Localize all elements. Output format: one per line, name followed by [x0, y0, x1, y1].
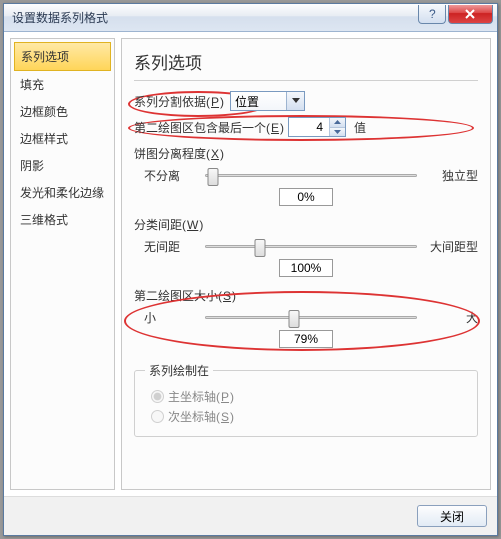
window-title: 设置数据系列格式 — [12, 9, 416, 26]
spin-down-icon[interactable] — [330, 128, 345, 137]
second-plot-spin[interactable] — [288, 117, 346, 137]
gap-left: 无间距 — [144, 238, 199, 255]
slider-thumb[interactable] — [289, 310, 300, 328]
sidebar-item-series-options[interactable]: 系列选项 — [14, 42, 111, 71]
spin-buttons — [329, 118, 345, 136]
main-panel: 系列选项 系列分割依据(P) 位置 第二绘图区包含最后一个(E) — [121, 38, 491, 490]
sidebar-item-border-style[interactable]: 边框样式 — [14, 125, 111, 152]
dialog-footer: 关闭 — [4, 496, 497, 535]
close-dialog-button[interactable]: 关闭 — [417, 505, 487, 527]
explode-value[interactable]: 0% — [279, 188, 333, 206]
gap-label: 分类间距(W) — [134, 216, 478, 233]
close-button[interactable] — [448, 5, 493, 24]
gap-value[interactable]: 100% — [279, 259, 333, 277]
split-combo[interactable]: 位置 — [230, 91, 305, 111]
size-label: 第二绘图区大小(S) — [134, 287, 478, 304]
explode-slider[interactable] — [205, 166, 417, 184]
sidebar-item-border-color[interactable]: 边框颜色 — [14, 98, 111, 125]
gap-slider-row: 无间距 大间距型 — [144, 237, 478, 255]
primary-axis-label: 主坐标轴(P) — [168, 388, 234, 405]
secondary-axis-label: 次坐标轴(S) — [168, 408, 234, 425]
gap-right: 大间距型 — [423, 238, 478, 255]
sidebar-item-shadow[interactable]: 阴影 — [14, 152, 111, 179]
primary-axis-radio — [151, 390, 164, 403]
secondary-axis-radio — [151, 410, 164, 423]
plot-on-legend: 系列绘制在 — [145, 362, 213, 379]
gap-slider[interactable] — [205, 237, 417, 255]
second-plot-suffix: 值 — [354, 119, 366, 136]
combo-value: 位置 — [235, 93, 259, 110]
panel-heading: 系列选项 — [134, 49, 478, 74]
slider-thumb[interactable] — [255, 239, 266, 257]
second-plot-row: 第二绘图区包含最后一个(E) 值 — [134, 117, 478, 137]
explode-left: 不分离 — [144, 167, 199, 184]
explode-slider-row: 不分离 独立型 — [144, 166, 478, 184]
dialog-window: 设置数据系列格式 ? 系列选项 填充 边框颜色 边框样式 阴影 发光和柔化边缘 … — [3, 3, 498, 536]
split-label: 系列分割依据(P) — [134, 93, 224, 110]
titlebar[interactable]: 设置数据系列格式 ? — [4, 4, 497, 32]
secondary-axis-row: 次坐标轴(S) — [151, 408, 467, 425]
size-left: 小 — [144, 309, 199, 326]
split-row: 系列分割依据(P) 位置 — [134, 91, 478, 111]
second-plot-label: 第二绘图区包含最后一个(E) — [134, 119, 284, 136]
second-plot-input[interactable] — [289, 120, 327, 134]
sidebar-item-fill[interactable]: 填充 — [14, 71, 111, 98]
sidebar-item-3d[interactable]: 三维格式 — [14, 206, 111, 233]
plot-on-group: 系列绘制在 主坐标轴(P) 次坐标轴(S) — [134, 362, 478, 437]
svg-text:?: ? — [429, 9, 436, 19]
help-button[interactable]: ? — [418, 5, 446, 24]
size-slider-row: 小 大 — [144, 308, 478, 326]
dialog-body: 系列选项 填充 边框颜色 边框样式 阴影 发光和柔化边缘 三维格式 系列选项 系… — [4, 32, 497, 496]
size-right: 大 — [423, 309, 478, 326]
size-value[interactable]: 79% — [279, 330, 333, 348]
explode-right: 独立型 — [423, 167, 478, 184]
chevron-down-icon[interactable] — [286, 92, 304, 110]
size-slider[interactable] — [205, 308, 417, 326]
sidebar-item-glow[interactable]: 发光和柔化边缘 — [14, 179, 111, 206]
top-section: 系列分割依据(P) 位置 第二绘图区包含最后一个(E) — [134, 91, 478, 358]
explode-label: 饼图分离程度(X) — [134, 145, 478, 162]
primary-axis-row: 主坐标轴(P) — [151, 388, 467, 405]
slider-thumb[interactable] — [208, 168, 219, 186]
spin-up-icon[interactable] — [330, 118, 345, 128]
sidebar: 系列选项 填充 边框颜色 边框样式 阴影 发光和柔化边缘 三维格式 — [10, 38, 115, 490]
divider — [134, 80, 478, 81]
